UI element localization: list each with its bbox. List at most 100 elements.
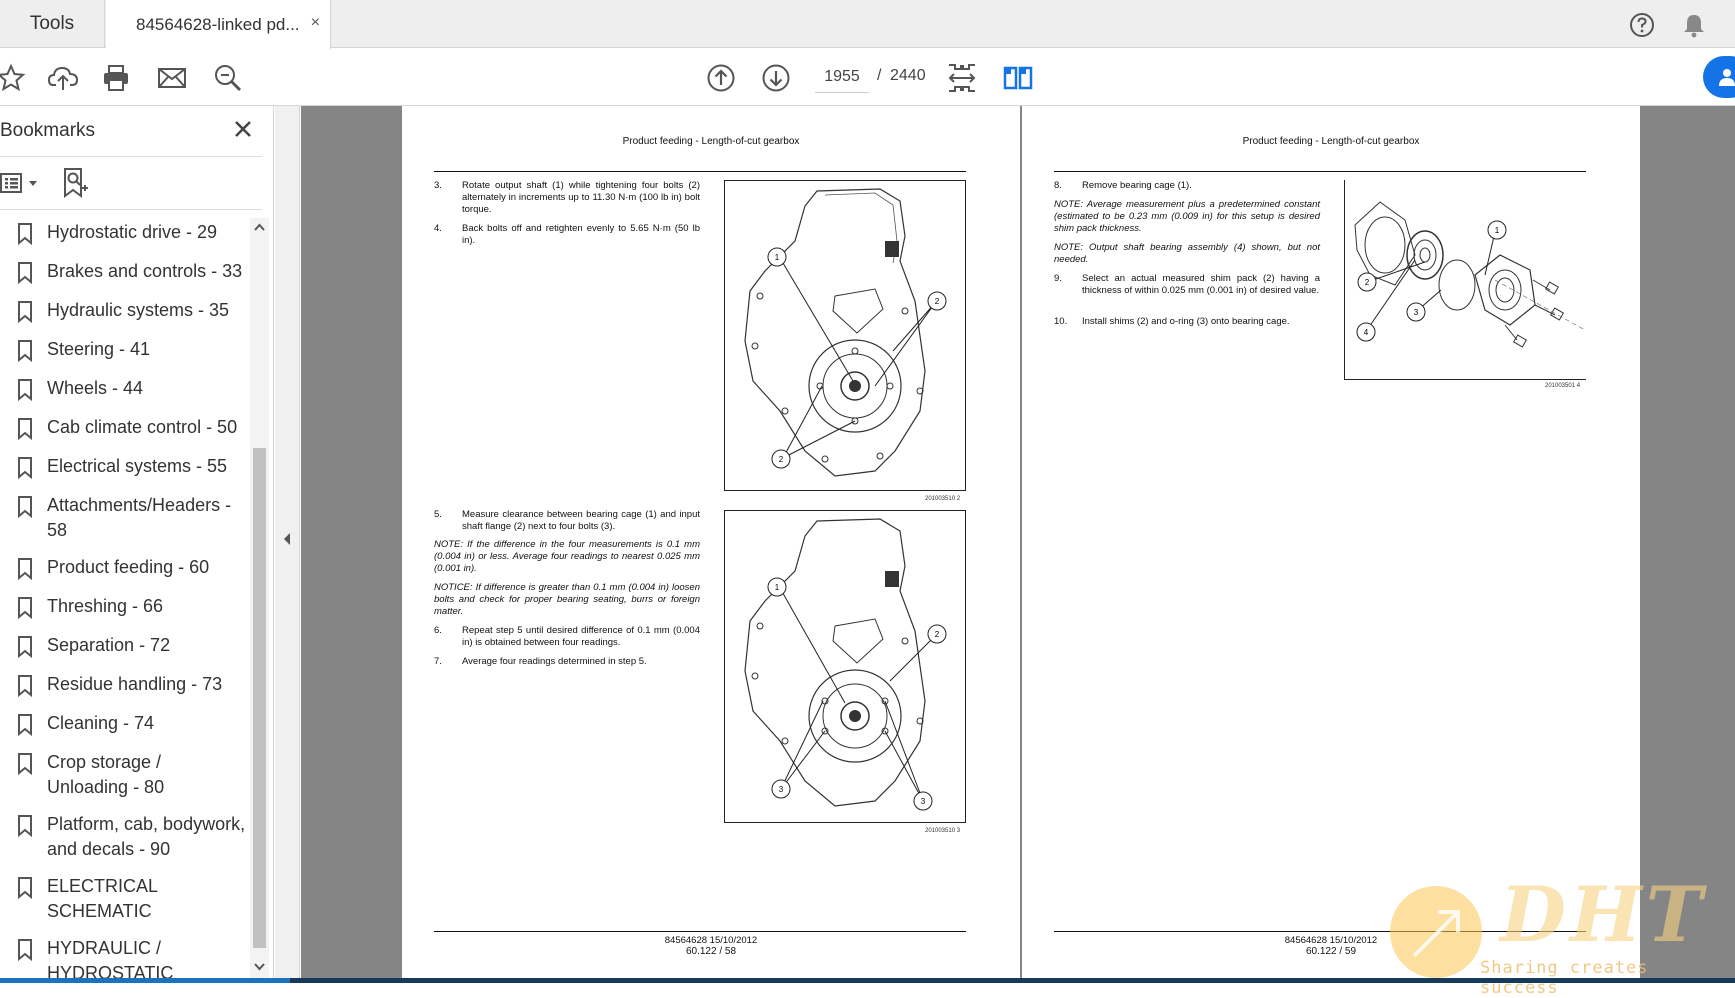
bookmark-label: Separation - 72 xyxy=(47,635,171,655)
note-text: NOTE: If the difference in the four meas… xyxy=(434,539,700,574)
page-footer-number: 60.122 / 58 xyxy=(685,946,737,957)
scroll-down-icon[interactable] xyxy=(253,960,266,972)
page-down-icon[interactable] xyxy=(759,61,793,95)
bookmark-item[interactable]: Product feeding - 60 xyxy=(0,549,250,588)
bookmark-item[interactable]: Brakes and controls - 33 xyxy=(0,253,250,292)
bookmark-label: Brakes and controls - 33 xyxy=(47,261,243,281)
bookmark-item[interactable]: Cab climate control - 50 xyxy=(0,409,250,448)
bookmark-item[interactable]: ELECTRICAL SCHEMATIC xyxy=(0,868,250,930)
watermark-logo-icon xyxy=(1390,886,1482,978)
close-icon[interactable] xyxy=(230,116,256,142)
pdf-page-right: Product feeding - Length-of-cut gearbox … xyxy=(1022,106,1640,978)
collapse-panel-handle[interactable] xyxy=(275,106,300,978)
document-view[interactable]: Product feeding - Length-of-cut gearbox … xyxy=(301,106,1735,978)
bookmark-item[interactable]: Wheels - 44 xyxy=(0,370,250,409)
svg-text:3: 3 xyxy=(779,785,784,794)
bookmark-icon xyxy=(17,301,33,324)
bookmark-item[interactable]: Hydrostatic drive - 29 xyxy=(0,214,250,253)
gearbox-figure-1: 1 2 2 xyxy=(724,180,966,491)
bookmark-label: Cleaning - 74 xyxy=(47,713,155,733)
bookmark-icon xyxy=(17,675,33,698)
step-8: 8. Remove bearing cage (1). xyxy=(1054,180,1192,191)
bookmark-item[interactable]: HYDRAULIC / HYDROSTATIC SCHEMATIC xyxy=(0,930,250,978)
note-text: NOTE: Output shaft bearing assembly (4) … xyxy=(1054,242,1320,265)
chevron-left-icon[interactable] xyxy=(282,532,292,546)
zoom-search-icon[interactable] xyxy=(211,61,245,95)
star-icon[interactable] xyxy=(0,61,28,95)
bookmark-label: Platform, cab, bodywork, and decals - 90 xyxy=(47,814,246,859)
bookmark-icon xyxy=(17,636,33,659)
bookmarks-scrollbar[interactable] xyxy=(250,218,269,978)
bookmark-item[interactable]: Steering - 41 xyxy=(0,331,250,370)
bookmark-item[interactable]: Hydraulic systems - 35 xyxy=(0,292,250,331)
bookmark-label: Hydrostatic drive - 29 xyxy=(47,222,218,242)
watermark-logo-text: DHT xyxy=(1500,870,1707,959)
step-7: 7. Average four readings determined in s… xyxy=(434,656,647,667)
page-header: Product feeding - Length-of-cut gearbox xyxy=(622,136,800,147)
two-page-view-icon[interactable] xyxy=(1001,61,1035,95)
bookmark-icon xyxy=(17,597,33,620)
page-separator: / xyxy=(877,67,882,84)
bookmark-item[interactable]: Attachments/Headers - 58 xyxy=(0,487,250,549)
step-5: 5. Measure clearance between bearing cag… xyxy=(434,509,700,532)
help-icon[interactable] xyxy=(1627,10,1657,40)
note-text: NOTE: Average measurement plus a predete… xyxy=(1054,199,1320,234)
header-rule xyxy=(434,171,966,172)
bookmark-label: Steering - 41 xyxy=(47,339,151,359)
bookmark-item[interactable]: Residue handling - 73 xyxy=(0,666,250,705)
bookmark-item[interactable]: Separation - 72 xyxy=(0,627,250,666)
bookmark-icon xyxy=(17,558,33,581)
notification-bell-icon[interactable] xyxy=(1679,10,1709,40)
fit-page-icon[interactable] xyxy=(945,61,979,95)
bookmark-icon xyxy=(17,418,33,441)
tab-document[interactable]: 84564628-linked pd... × xyxy=(106,0,331,49)
svg-text:2: 2 xyxy=(935,630,940,639)
bookmark-label: Product feeding - 60 xyxy=(47,557,210,577)
bookmark-item[interactable]: Electrical systems - 55 xyxy=(0,448,250,487)
bookmark-icon xyxy=(17,877,33,900)
page-up-icon[interactable] xyxy=(704,61,738,95)
bookmark-item[interactable]: Cleaning - 74 xyxy=(0,705,250,744)
scroll-up-icon[interactable] xyxy=(253,220,266,232)
bookmark-icon xyxy=(17,714,33,737)
svg-text:4: 4 xyxy=(1364,328,1369,337)
print-icon[interactable] xyxy=(99,61,133,95)
tab-bar: Tools 84564628-linked pd... × xyxy=(0,0,1735,49)
svg-text:2: 2 xyxy=(935,297,940,306)
footer-rule xyxy=(434,931,966,932)
bookmark-icon xyxy=(17,262,33,285)
bookmarks-panel: Bookmarks Hydrostatic drive - 29 Brakes a… xyxy=(0,106,274,978)
tab-tools[interactable]: Tools xyxy=(0,0,105,48)
bookmark-icon xyxy=(17,379,33,402)
svg-text:1: 1 xyxy=(775,583,780,592)
taskbar-strip-accent xyxy=(0,978,290,983)
figure-ref: 201003501 4 xyxy=(1545,383,1581,389)
page-number-input[interactable] xyxy=(815,61,869,93)
page-header: Product feeding - Length-of-cut gearbox xyxy=(1242,136,1420,147)
add-bookmark-icon[interactable] xyxy=(60,166,90,200)
bookmark-icon xyxy=(17,496,33,519)
bookmark-icon xyxy=(17,939,33,962)
step-3: 3. Rotate output shaft (1) while tighten… xyxy=(434,180,700,215)
bookmark-item[interactable]: Crop storage / Unloading - 80 xyxy=(0,744,250,806)
gearbox-figure-2: 1 2 3 3 xyxy=(724,510,966,823)
bookmark-icon xyxy=(17,340,33,363)
bookmark-item[interactable]: Threshing - 66 xyxy=(0,588,250,627)
bookmarks-title: Bookmarks xyxy=(0,120,96,141)
bookmark-label: Electrical systems - 55 xyxy=(47,456,228,476)
svg-text:1: 1 xyxy=(1495,226,1500,235)
bookmark-label: ELECTRICAL SCHEMATIC xyxy=(47,876,158,921)
svg-text:1: 1 xyxy=(775,253,780,262)
scrollbar-thumb[interactable] xyxy=(253,448,266,948)
bookmark-item[interactable]: Platform, cab, bodywork, and decals - 90 xyxy=(0,806,250,868)
bookmark-options-icon[interactable] xyxy=(0,168,44,198)
bookmark-label: Cab climate control - 50 xyxy=(47,417,238,437)
bearing-cage-figure: 1 2 3 4 xyxy=(1344,180,1586,380)
page-total: 2440 xyxy=(890,67,926,84)
mail-icon[interactable] xyxy=(155,61,189,95)
upload-cloud-icon[interactable] xyxy=(46,61,80,95)
notice-text: NOTICE: If difference is greater than 0.… xyxy=(434,582,700,617)
figure-ref: 201003510 3 xyxy=(925,828,961,834)
bookmark-label: Hydraulic systems - 35 xyxy=(47,300,230,320)
tab-close-icon[interactable]: × xyxy=(311,14,320,32)
